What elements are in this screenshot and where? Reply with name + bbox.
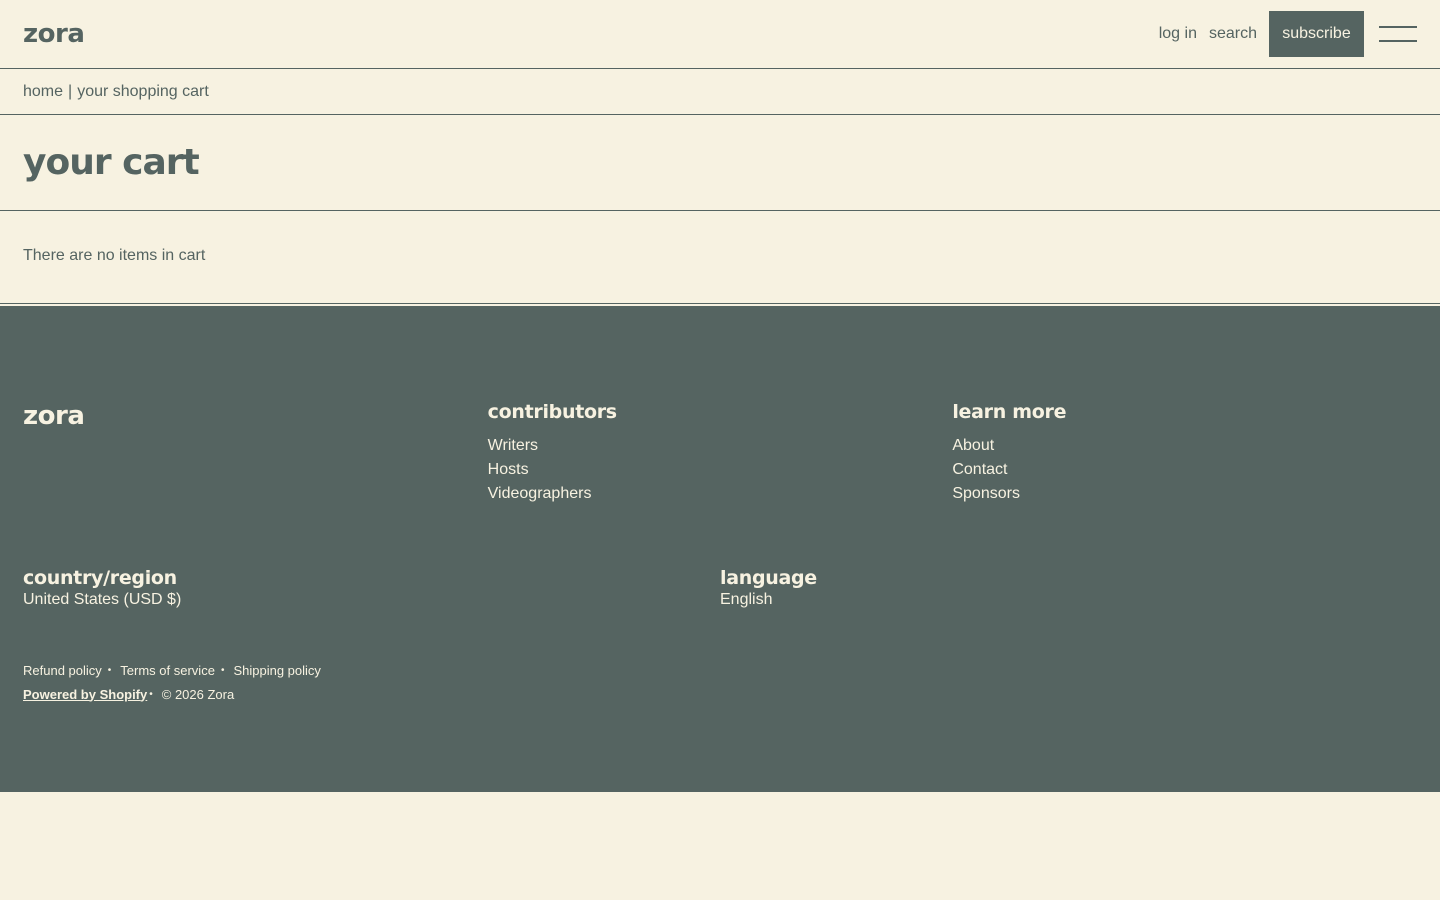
cart-body: There are no items in cart [0,211,1440,304]
refund-policy-link[interactable]: Refund policy [23,663,102,678]
page-title-section: your cart [0,115,1440,211]
country-heading: country/region [23,567,177,589]
hamburger-menu-icon[interactable] [1379,26,1417,42]
site-footer: zora contributors Writers Hosts Videogra… [0,306,1440,792]
empty-cart-message: There are no items in cart [23,247,206,264]
footer-legal: Refund policy • Terms of service • Shipp… [23,658,321,706]
footer-link-about[interactable]: About [952,434,1417,458]
learn-more-heading: learn more [952,401,1067,423]
language-select[interactable]: English [720,591,1417,609]
breadcrumb-separator: | [68,82,73,100]
footer-link-sponsors[interactable]: Sponsors [952,482,1417,506]
language-heading: language [720,567,817,589]
contributors-heading: contributors [487,401,617,423]
subscribe-button[interactable]: subscribe [1269,11,1364,57]
footer-logo[interactable]: zora [23,401,85,431]
breadcrumb-home-link[interactable]: home [23,83,63,101]
language-selector: language English [720,567,1417,609]
country-selector: country/region United States (USD $) [23,567,720,609]
country-select[interactable]: United States (USD $) [23,591,720,609]
breadcrumb: home | your shopping cart [0,69,1440,115]
footer-top: zora contributors Writers Hosts Videogra… [23,401,1417,506]
bullet-separator: • [107,664,112,676]
policy-links: Refund policy • Terms of service • Shipp… [23,658,321,682]
footer-link-videographers[interactable]: Videographers [488,482,953,506]
powered-row: Powered by Shopify • © 2026 Zora [23,682,321,706]
footer-brand-column: zora [23,401,488,506]
powered-by-shopify-link[interactable]: Powered by Shopify [23,687,147,702]
footer-learn-more-column: learn more About Contact Sponsors [952,401,1417,506]
bullet-separator: • [149,688,153,700]
footer-localization: country/region United States (USD $) lan… [23,567,1417,609]
shipping-policy-link[interactable]: Shipping policy [233,663,320,678]
site-header: zora log in search subscribe [0,0,1440,69]
hamburger-line [1379,26,1417,28]
footer-contributors-column: contributors Writers Hosts Videographers [488,401,953,506]
login-link[interactable]: log in [1159,25,1197,43]
terms-of-service-link[interactable]: Terms of service [120,663,215,678]
header-actions: log in search subscribe [1159,11,1417,57]
search-link[interactable]: search [1209,25,1257,43]
footer-link-contact[interactable]: Contact [952,458,1417,482]
breadcrumb-current: your shopping cart [77,82,209,100]
bullet-separator: • [220,664,225,676]
footer-link-hosts[interactable]: Hosts [488,458,953,482]
footer-link-writers[interactable]: Writers [488,434,953,458]
page-title: your cart [23,142,200,183]
hamburger-line [1379,40,1417,42]
site-logo[interactable]: zora [23,19,85,49]
copyright-text: © 2026 Zora [161,686,235,702]
